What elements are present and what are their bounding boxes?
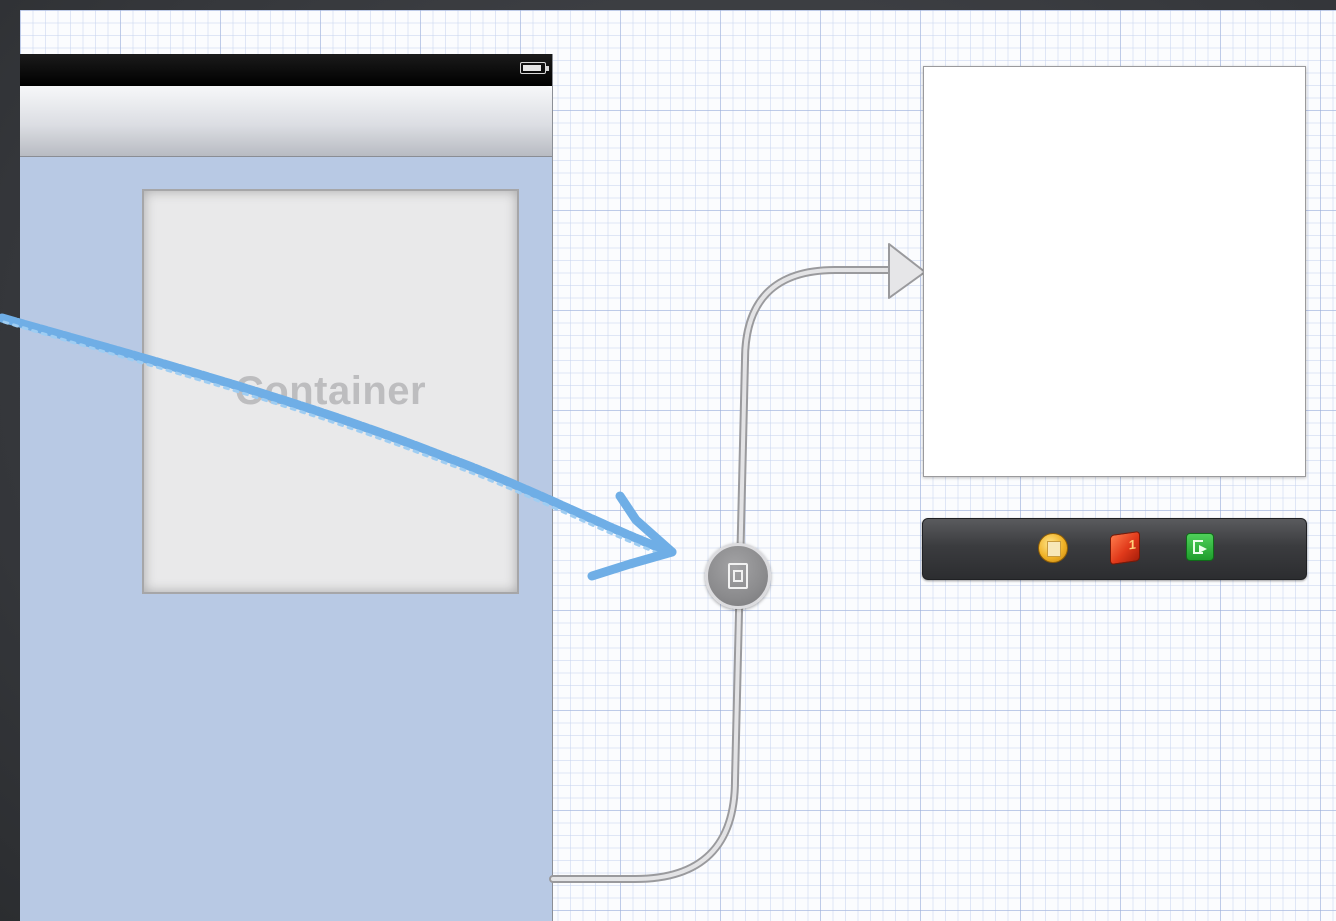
first-responder-icon[interactable]	[1110, 530, 1140, 566]
view-controller-icon[interactable]	[1038, 533, 1068, 563]
scene-dock[interactable]	[922, 518, 1307, 580]
embed-segue-badge[interactable]	[705, 543, 771, 609]
child-scene[interactable]	[923, 66, 1306, 477]
exit-icon[interactable]	[1186, 533, 1214, 561]
segue-arrowhead	[888, 243, 926, 299]
embed-segue-icon	[728, 563, 748, 589]
